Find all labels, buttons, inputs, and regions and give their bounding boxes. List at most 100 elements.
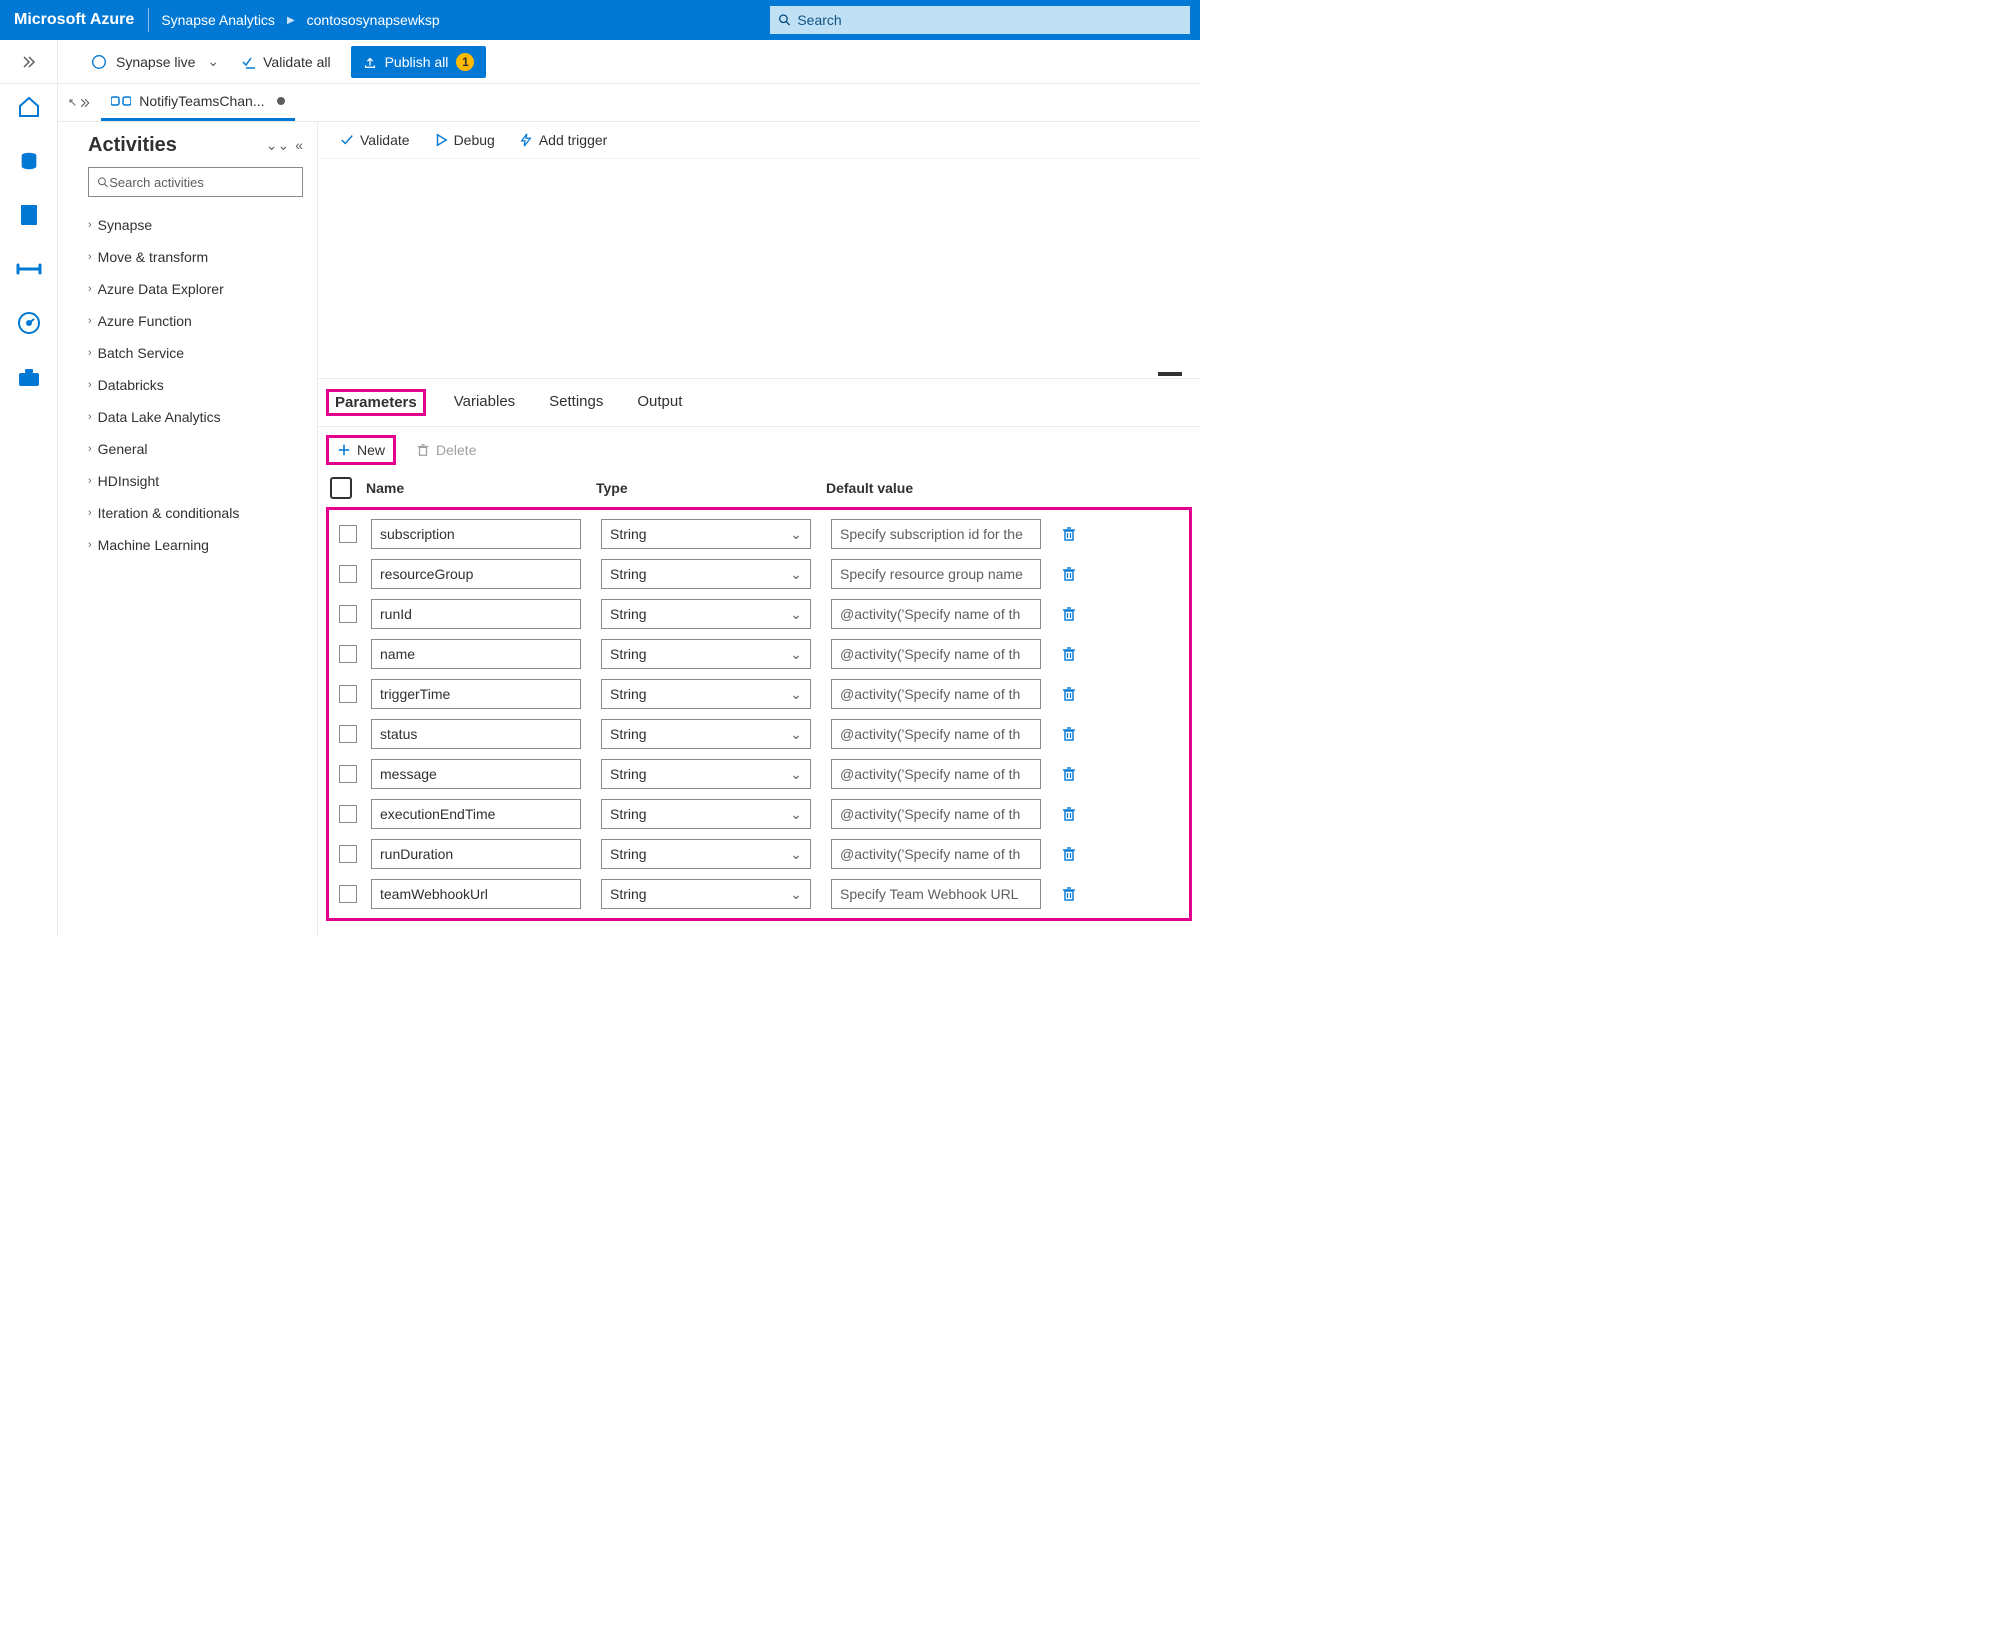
activity-group-label: Move & transform	[98, 249, 208, 265]
parameter-default-input[interactable]	[831, 559, 1041, 589]
publish-all-button[interactable]: Publish all 1	[351, 46, 487, 78]
delete-row-button[interactable]	[1061, 846, 1097, 862]
pipeline-tab[interactable]: NotifiyTeamsChan...	[101, 84, 294, 121]
rail-monitor[interactable]	[14, 308, 44, 338]
activity-group[interactable]: ›Batch Service	[88, 337, 303, 369]
parameter-name-input[interactable]	[371, 719, 581, 749]
rail-home[interactable]	[14, 92, 44, 122]
rail-integrate[interactable]	[14, 254, 44, 284]
parameter-type-select[interactable]: String⌄	[601, 839, 811, 869]
brand-label[interactable]: Microsoft Azure	[0, 0, 148, 40]
delete-row-button[interactable]	[1061, 806, 1097, 822]
parameter-name-input[interactable]	[371, 519, 581, 549]
validate-button[interactable]: Validate	[340, 132, 410, 148]
row-checkbox[interactable]	[339, 525, 357, 543]
global-search-input[interactable]	[797, 12, 1182, 28]
parameter-type-select[interactable]: String⌄	[601, 879, 811, 909]
validate-all-button[interactable]: Validate all	[229, 40, 342, 83]
parameter-default-input[interactable]	[831, 839, 1041, 869]
table-row: String⌄	[331, 794, 1187, 834]
parameter-name-input[interactable]	[371, 679, 581, 709]
delete-row-button[interactable]	[1061, 526, 1097, 542]
panel-resize-handle-icon[interactable]	[1158, 372, 1182, 376]
parameter-name-input[interactable]	[371, 879, 581, 909]
parameter-default-input[interactable]	[831, 679, 1041, 709]
mode-selector[interactable]: Synapse live ⌄	[80, 40, 229, 83]
table-row: String⌄	[331, 674, 1187, 714]
row-checkbox[interactable]	[339, 885, 357, 903]
collapse-all-icon[interactable]: ⌄⌄	[266, 137, 289, 154]
activity-group[interactable]: ›Move & transform	[88, 241, 303, 273]
collapse-panel-icon[interactable]: «	[295, 137, 303, 154]
type-label: String	[610, 606, 647, 622]
parameter-name-input[interactable]	[371, 599, 581, 629]
parameter-default-input[interactable]	[831, 879, 1041, 909]
activity-group[interactable]: ›Databricks	[88, 369, 303, 401]
tab-variables[interactable]: Variables	[448, 389, 521, 416]
parameter-default-input[interactable]	[831, 519, 1041, 549]
delete-row-button[interactable]	[1061, 646, 1097, 662]
parameter-name-input[interactable]	[371, 559, 581, 589]
parameter-type-select[interactable]: String⌄	[601, 639, 811, 669]
expand-rail-button[interactable]	[0, 40, 58, 84]
activity-group[interactable]: ›Synapse	[88, 209, 303, 241]
global-search[interactable]	[770, 6, 1190, 34]
delete-row-button[interactable]	[1061, 686, 1097, 702]
parameter-type-select[interactable]: String⌄	[601, 759, 811, 789]
select-all-checkbox[interactable]	[330, 477, 352, 499]
activity-group[interactable]: ›General	[88, 433, 303, 465]
delete-row-button[interactable]	[1061, 566, 1097, 582]
delete-row-button[interactable]	[1061, 886, 1097, 902]
parameter-type-select[interactable]: String⌄	[601, 679, 811, 709]
trash-icon	[416, 443, 430, 457]
parameter-type-select[interactable]: String⌄	[601, 559, 811, 589]
tab-settings[interactable]: Settings	[543, 389, 609, 416]
activity-group[interactable]: ›Azure Data Explorer	[88, 273, 303, 305]
delete-row-button[interactable]	[1061, 766, 1097, 782]
parameter-default-input[interactable]	[831, 599, 1041, 629]
rail-manage[interactable]	[14, 362, 44, 392]
row-checkbox[interactable]	[339, 725, 357, 743]
tab-overflow[interactable]: ↖	[64, 96, 95, 109]
activity-group[interactable]: ›Data Lake Analytics	[88, 401, 303, 433]
parameter-type-select[interactable]: String⌄	[601, 799, 811, 829]
breadcrumb-service[interactable]: Synapse Analytics	[149, 12, 287, 28]
row-checkbox[interactable]	[339, 605, 357, 623]
parameter-default-input[interactable]	[831, 799, 1041, 829]
validate-label: Validate	[360, 132, 410, 148]
parameter-name-input[interactable]	[371, 839, 581, 869]
parameter-type-select[interactable]: String⌄	[601, 719, 811, 749]
delete-row-button[interactable]	[1061, 726, 1097, 742]
activity-group[interactable]: ›Azure Function	[88, 305, 303, 337]
parameter-default-input[interactable]	[831, 719, 1041, 749]
parameter-name-input[interactable]	[371, 759, 581, 789]
activity-group[interactable]: ›Machine Learning	[88, 529, 303, 561]
activities-search[interactable]	[88, 167, 303, 197]
row-checkbox[interactable]	[339, 805, 357, 823]
rail-develop[interactable]	[14, 200, 44, 230]
activity-group[interactable]: ›Iteration & conditionals	[88, 497, 303, 529]
new-parameter-button[interactable]: New	[326, 435, 396, 465]
activities-search-input[interactable]	[109, 175, 294, 190]
row-checkbox[interactable]	[339, 685, 357, 703]
rail-data[interactable]	[14, 146, 44, 176]
delete-row-button[interactable]	[1061, 606, 1097, 622]
row-checkbox[interactable]	[339, 645, 357, 663]
add-trigger-button[interactable]: Add trigger	[519, 132, 607, 148]
row-checkbox[interactable]	[339, 765, 357, 783]
parameter-default-input[interactable]	[831, 639, 1041, 669]
parameter-type-select[interactable]: String⌄	[601, 599, 811, 629]
delete-parameter-button[interactable]: Delete	[416, 442, 476, 458]
parameter-default-input[interactable]	[831, 759, 1041, 789]
tab-output[interactable]: Output	[631, 389, 688, 416]
breadcrumb-workspace[interactable]: contososynapsewksp	[295, 12, 452, 28]
pipeline-canvas[interactable]	[318, 158, 1200, 378]
row-checkbox[interactable]	[339, 565, 357, 583]
parameter-type-select[interactable]: String⌄	[601, 519, 811, 549]
row-checkbox[interactable]	[339, 845, 357, 863]
parameter-name-input[interactable]	[371, 799, 581, 829]
parameter-name-input[interactable]	[371, 639, 581, 669]
debug-button[interactable]: Debug	[434, 132, 495, 148]
tab-parameters[interactable]: Parameters	[326, 389, 426, 416]
activity-group[interactable]: ›HDInsight	[88, 465, 303, 497]
